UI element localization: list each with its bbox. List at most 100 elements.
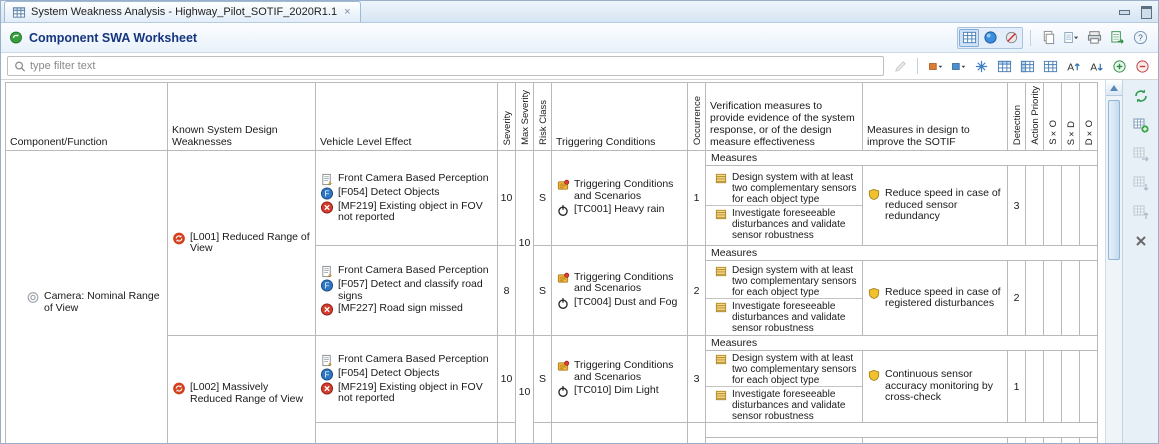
table-area: Component/Function Known System Design W… xyxy=(1,80,1105,443)
action-priority-cell: L xyxy=(1026,351,1044,423)
filter-input[interactable] xyxy=(30,60,878,72)
design-measure-cell[interactable]: Continuous sensor accuracy monitoring by… xyxy=(863,351,1008,423)
font-decrease-icon[interactable]: A xyxy=(1086,57,1106,75)
triggering-cell[interactable]: Triggering Conditions and Scenarios [TC0… xyxy=(552,336,688,423)
design-measure-cell[interactable]: Reduce speed in case of reduced sensor r… xyxy=(863,166,1008,246)
risk-class-cell[interactable]: S xyxy=(534,151,552,246)
effect-cell[interactable]: Front Camera Based Perception F [F057] D… xyxy=(316,246,498,336)
action-priority-cell: L xyxy=(1026,166,1044,246)
swa-table: Component/Function Known System Design W… xyxy=(5,82,1098,443)
verification-cell[interactable]: Design system with at least two compleme… xyxy=(706,351,863,423)
minimize-icon[interactable] xyxy=(1117,4,1131,18)
occurrence-cell[interactable]: 3 xyxy=(688,336,706,423)
risk-class-cell[interactable]: S xyxy=(534,336,552,423)
severity-cell[interactable]: 10 xyxy=(498,151,516,246)
weakness-cell[interactable]: [L002] Massively Reduced Range of View xyxy=(168,336,316,444)
weakness-icon xyxy=(172,382,186,395)
severity-cell[interactable]: 10 xyxy=(498,336,516,423)
detection-cell[interactable]: 2 xyxy=(1008,261,1026,336)
flag-dropdown-icon[interactable] xyxy=(948,57,968,75)
detection-cell[interactable] xyxy=(1008,438,1026,444)
copy-row-button[interactable] xyxy=(1129,201,1153,223)
tab-close-icon[interactable]: × xyxy=(342,6,352,18)
side-toolbar xyxy=(1122,80,1158,443)
col-verification-measures: Verification measures to provide evidenc… xyxy=(706,83,863,151)
max-severity-cell[interactable]: 10 xyxy=(516,336,534,444)
sync-selection-button[interactable] xyxy=(1129,85,1153,107)
copy-button[interactable] xyxy=(1038,29,1058,47)
col-severity: Severity xyxy=(498,83,516,151)
export-button[interactable] xyxy=(1107,29,1127,47)
design-measure-icon xyxy=(867,188,881,201)
layout-grid-button[interactable] xyxy=(959,29,979,47)
auto-adjust-icon[interactable] xyxy=(971,57,991,75)
risk-class-cell[interactable]: S xyxy=(534,246,552,336)
max-severity-cell[interactable]: 10 xyxy=(516,151,534,336)
font-increase-icon[interactable]: A xyxy=(1063,57,1083,75)
effect-cell[interactable]: Front Camera Based Perception F [F054] D… xyxy=(316,423,498,444)
occurrence-cell[interactable] xyxy=(688,423,706,444)
table-view-1-icon[interactable] xyxy=(994,57,1014,75)
table-view-2-icon[interactable] xyxy=(1017,57,1037,75)
page-title: Component SWA Worksheet xyxy=(29,31,197,45)
weakness-label: [L002] Massively Reduced Range of View xyxy=(190,382,311,405)
measures-group-header: Measures xyxy=(706,151,1098,166)
verification-cell[interactable]: Design system with at least two compleme… xyxy=(706,166,863,246)
scrollbar-thumb[interactable] xyxy=(1108,100,1120,260)
col-known-weaknesses: Known System Design Weaknesses xyxy=(168,83,316,151)
triggering-cell[interactable]: Triggering Conditions and Scenarios [TC0… xyxy=(552,151,688,246)
triggering-cell[interactable]: Triggering Conditions and Scenarios [TC0… xyxy=(552,246,688,336)
severity-cell[interactable]: 8 xyxy=(498,246,516,336)
table-view-3-icon[interactable] xyxy=(1040,57,1060,75)
function-list-icon xyxy=(320,265,334,278)
scroll-up-icon[interactable] xyxy=(1106,80,1122,96)
editor-tab-bar: System Weakness Analysis - Highway_Pilot… xyxy=(1,1,1158,23)
maximize-icon[interactable] xyxy=(1139,4,1153,18)
worksheet-tab-icon xyxy=(12,6,26,19)
highlight-button[interactable] xyxy=(980,29,1000,47)
design-measure-cell[interactable]: Reduce speed in case of registered distu… xyxy=(863,261,1008,336)
severity-cell[interactable] xyxy=(498,423,516,444)
triggering-cell[interactable] xyxy=(552,423,688,444)
table-menu-button[interactable] xyxy=(1061,29,1081,47)
expand-all-icon[interactable] xyxy=(1109,57,1129,75)
detection-cell[interactable]: 1 xyxy=(1008,351,1026,423)
marker-dropdown-icon[interactable] xyxy=(925,57,945,75)
function-icon: F xyxy=(320,279,334,292)
svg-text:A: A xyxy=(1090,62,1097,73)
component-cell[interactable]: Camera: Nominal Range of View xyxy=(6,151,168,444)
measures-group-header: Measures xyxy=(706,246,1098,261)
verification-cell[interactable]: Design system with at least two compleme… xyxy=(706,261,863,336)
occurrence-cell[interactable]: 2 xyxy=(688,246,706,336)
effect-cell[interactable]: Front Camera Based Perception F [F054] D… xyxy=(316,336,498,423)
collapse-all-icon[interactable] xyxy=(1132,57,1152,75)
print-button[interactable] xyxy=(1084,29,1104,47)
suppress-highlight-button[interactable] xyxy=(1001,29,1021,47)
vertical-scrollbar[interactable] xyxy=(1105,80,1122,443)
function-list-icon xyxy=(320,173,334,186)
dxo-rating-cell xyxy=(1080,351,1098,423)
edit-filter-icon[interactable] xyxy=(890,57,910,75)
filter-box xyxy=(7,56,884,76)
sxd-rating-cell xyxy=(1062,166,1080,246)
help-icon[interactable]: ? xyxy=(1130,29,1150,47)
design-measure-cell[interactable] xyxy=(863,438,1008,444)
verification-measure-icon xyxy=(714,172,728,185)
risk-class-cell[interactable] xyxy=(534,423,552,444)
col-max-severity: Max Severity xyxy=(516,83,534,151)
worksheet-content: Component/Function Known System Design W… xyxy=(1,79,1158,443)
dxo-rating-cell xyxy=(1080,166,1098,246)
detection-cell[interactable]: 3 xyxy=(1008,166,1026,246)
insert-row-button[interactable] xyxy=(1129,143,1153,165)
malfunction-icon xyxy=(320,303,334,316)
weakness-cell[interactable]: [L001] Reduced Range of View xyxy=(168,151,316,336)
effect-cell[interactable]: Front Camera Based Perception F [F054] D… xyxy=(316,151,498,246)
verification-measure-icon xyxy=(714,208,728,221)
editor-tab[interactable]: System Weakness Analysis - Highway_Pilot… xyxy=(4,1,361,22)
delete-button[interactable] xyxy=(1129,230,1153,252)
verification-cell[interactable] xyxy=(706,438,863,444)
add-row-button[interactable] xyxy=(1129,114,1153,136)
move-row-button[interactable] xyxy=(1129,172,1153,194)
application-window: System Weakness Analysis - Highway_Pilot… xyxy=(0,0,1159,444)
occurrence-cell[interactable]: 1 xyxy=(688,151,706,246)
